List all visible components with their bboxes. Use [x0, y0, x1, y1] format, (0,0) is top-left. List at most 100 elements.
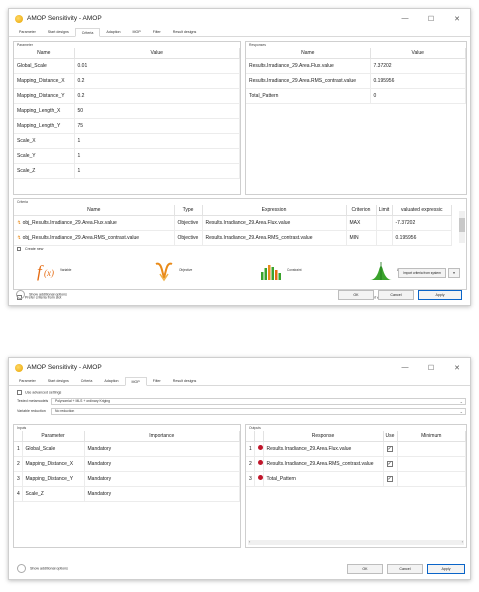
- apply-button[interactable]: Apply: [418, 290, 462, 300]
- output-minimum[interactable]: [397, 456, 466, 472]
- scroll-right-icon[interactable]: ›: [462, 539, 463, 544]
- parameter-value[interactable]: 0.01: [74, 58, 240, 74]
- tab-adaption[interactable]: Adaption: [100, 28, 126, 36]
- table-row[interactable]: 1 Global_Scale Mandatory: [14, 441, 240, 457]
- table-row[interactable]: Results.Irradiance_29.Area.RMS_contrast.…: [246, 73, 466, 89]
- table-row[interactable]: 1 Results.Irradiance_29.Area.Flux.value ✓: [246, 441, 466, 457]
- table-row[interactable]: ↯ obj_Results.Irradiance_29.Area.Flux.va…: [14, 215, 452, 231]
- criterion-limit[interactable]: [376, 215, 393, 231]
- table-row[interactable]: 3 Total_Pattern ✓: [246, 471, 466, 487]
- show-additional-options[interactable]: Show additional options: [16, 290, 67, 299]
- tab-criteria[interactable]: Criteria: [74, 28, 101, 37]
- expand-options-icon[interactable]: [17, 564, 26, 573]
- criterion-expression[interactable]: Results.Irradiance_29.Area.RMS_contrast.…: [202, 230, 347, 246]
- column-header-evaluated-expression[interactable]: valuated expressic: [392, 205, 452, 216]
- column-header-value[interactable]: Value: [74, 48, 240, 59]
- criteria-scrollbar[interactable]: [459, 211, 465, 243]
- parameter-value[interactable]: 1: [74, 133, 240, 149]
- show-additional-options[interactable]: Show additional options: [17, 564, 68, 573]
- tab-parameter[interactable]: Parameter: [13, 28, 42, 36]
- column-header-minimum[interactable]: Minimum: [397, 431, 466, 442]
- table-row[interactable]: Mapping_Length_X 50: [14, 103, 240, 119]
- tab-criteria[interactable]: Criteria: [75, 377, 99, 385]
- tab-adaption[interactable]: Adaption: [98, 377, 124, 385]
- column-header-use[interactable]: Use: [383, 431, 398, 442]
- input-importance[interactable]: Mandatory: [84, 471, 240, 487]
- parameter-value[interactable]: 50: [74, 103, 240, 119]
- column-header-response[interactable]: Response: [263, 431, 384, 442]
- cancel-button[interactable]: Cancel: [387, 564, 423, 574]
- use-checkbox[interactable]: ✓: [386, 445, 393, 452]
- import-dropdown-button[interactable]: ▾: [448, 268, 460, 278]
- metamodel-select[interactable]: Polynomial + MLS + ordinary Kriging ⌄: [51, 398, 466, 405]
- table-row[interactable]: ↯ obj_Results.Irradiance_29.Area.RMS_con…: [14, 230, 452, 246]
- apply-button[interactable]: Apply: [427, 564, 465, 574]
- column-header-type[interactable]: Type: [174, 205, 203, 216]
- advanced-settings-checkbox[interactable]: [17, 390, 22, 395]
- column-header-limit[interactable]: Limit: [376, 205, 393, 216]
- table-row[interactable]: 3 Mapping_Distance_Y Mandatory: [14, 471, 240, 487]
- table-row[interactable]: Total_Pattern 0: [246, 88, 466, 104]
- table-row[interactable]: Mapping_Length_Y 75: [14, 118, 240, 134]
- column-header-name[interactable]: Name: [246, 48, 371, 59]
- tab-mop[interactable]: MOP: [127, 28, 147, 36]
- parameter-value[interactable]: 75: [74, 118, 240, 134]
- create-constraint-button[interactable]: Constraint: [260, 259, 320, 283]
- ok-button[interactable]: OK: [338, 290, 374, 300]
- table-row[interactable]: Scale_Z 1: [14, 163, 240, 179]
- input-importance[interactable]: Mandatory: [84, 441, 240, 457]
- column-header-importance[interactable]: Importance: [84, 431, 240, 442]
- column-header-value[interactable]: Value: [370, 48, 466, 59]
- criterion-criterion[interactable]: MIN: [346, 230, 377, 246]
- parameter-value[interactable]: 0.2: [74, 73, 240, 89]
- table-row[interactable]: Mapping_Distance_X 0.2: [14, 73, 240, 89]
- expand-options-icon[interactable]: [16, 290, 25, 299]
- input-importance[interactable]: Mandatory: [84, 456, 240, 472]
- table-row[interactable]: Scale_X 1: [14, 133, 240, 149]
- minimize-icon[interactable]: —: [392, 15, 418, 23]
- create-objective-button[interactable]: Objective: [154, 259, 214, 283]
- criterion-criterion[interactable]: MAX: [346, 215, 377, 231]
- criterion-expression[interactable]: Results.Irradiance_29.Area.Flux.value: [202, 215, 347, 231]
- criterion-limit[interactable]: [376, 230, 393, 246]
- close-icon[interactable]: ✕: [444, 15, 470, 23]
- outputs-horizontal-scrollbar[interactable]: ‹ ›: [248, 539, 464, 545]
- create-variable-button[interactable]: f (x) Variable: [36, 259, 96, 283]
- advanced-settings-option[interactable]: Use advanced settings: [17, 390, 61, 395]
- table-row[interactable]: 4 Scale_Z Mandatory: [14, 486, 240, 502]
- column-header-name[interactable]: Name: [14, 205, 175, 216]
- tab-result-designs[interactable]: Result designs: [167, 377, 203, 385]
- scroll-left-icon[interactable]: ‹: [249, 539, 250, 544]
- use-checkbox[interactable]: ✓: [386, 460, 393, 467]
- column-header-parameter[interactable]: Parameter: [22, 431, 85, 442]
- cancel-button[interactable]: Cancel: [378, 290, 414, 300]
- parameter-value[interactable]: 1: [74, 163, 240, 179]
- table-row[interactable]: Mapping_Distance_Y 0.2: [14, 88, 240, 104]
- table-row[interactable]: 2 Mapping_Distance_X Mandatory: [14, 456, 240, 472]
- maximize-icon[interactable]: ☐: [418, 364, 444, 372]
- criterion-name-cell[interactable]: ↯ obj_Results.Irradiance_29.Area.Flux.va…: [14, 215, 175, 231]
- import-criteria-button[interactable]: Import criteria from system: [398, 268, 446, 278]
- criterion-name-cell[interactable]: ↯ obj_Results.Irradiance_29.Area.RMS_con…: [14, 230, 175, 246]
- output-minimum[interactable]: [397, 471, 466, 487]
- column-header-expression[interactable]: Expression: [202, 205, 347, 216]
- use-checkbox[interactable]: ✓: [386, 475, 393, 482]
- parameter-value[interactable]: 0.2: [74, 88, 240, 104]
- scrollbar-thumb[interactable]: [459, 218, 465, 232]
- minimize-icon[interactable]: —: [392, 364, 418, 372]
- column-header-criterion[interactable]: Criterion: [346, 205, 377, 216]
- create-new-toggle-icon[interactable]: [17, 247, 21, 252]
- close-icon[interactable]: ✕: [444, 364, 470, 372]
- ok-button[interactable]: OK: [347, 564, 383, 574]
- tab-start-designs[interactable]: Start designs: [42, 377, 75, 385]
- reduction-select[interactable]: No reduction ⌄: [51, 408, 466, 415]
- table-row[interactable]: Global_Scale 0.01: [14, 58, 240, 74]
- tab-result-designs[interactable]: Result designs: [167, 28, 203, 36]
- tab-start-designs[interactable]: Start designs: [42, 28, 75, 36]
- tab-mop[interactable]: MOP: [124, 377, 147, 386]
- table-row[interactable]: Results.Irradiance_29.Area.Flux.value 7.3…: [246, 58, 466, 74]
- tab-filter[interactable]: Filter: [147, 28, 167, 36]
- tab-parameter[interactable]: Parameter: [13, 377, 42, 385]
- table-row[interactable]: Scale_Y 1: [14, 148, 240, 164]
- output-minimum[interactable]: [397, 441, 466, 457]
